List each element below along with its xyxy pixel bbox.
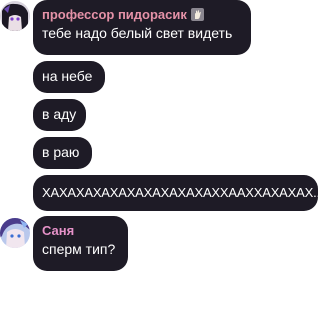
message-bubble[interactable]: Саня сперм тип? bbox=[33, 216, 128, 271]
sender-name[interactable]: профессор пидорасик bbox=[42, 7, 251, 22]
message-bubble[interactable]: в аду bbox=[33, 99, 86, 131]
message-text: в аду bbox=[42, 106, 77, 122]
sender-avatar-professor[interactable] bbox=[0, 1, 30, 31]
message-bubble[interactable]: профессор пидорасик тебе надо белый свет… bbox=[33, 0, 251, 55]
hand-emoji-icon bbox=[190, 8, 204, 21]
sender-name[interactable]: Саня bbox=[42, 223, 128, 238]
message-text: тебе надо белый свет видеть bbox=[42, 25, 233, 41]
message-text: в раю bbox=[42, 144, 80, 160]
sender-avatar-sanya[interactable] bbox=[0, 218, 30, 248]
message-bubble[interactable]: ХАХАХАХАХАХАХАХАХАХАХХААХХАХАХАХ... bbox=[33, 175, 318, 211]
avatar-image bbox=[0, 218, 30, 248]
message-text: ХАХАХАХАХАХАХАХАХАХАХХААХХАХАХАХ... bbox=[42, 185, 318, 200]
message-bubble[interactable]: на небе bbox=[33, 61, 105, 93]
avatar-image bbox=[0, 1, 30, 31]
message-bubble[interactable]: в раю bbox=[33, 137, 92, 169]
chat-thread: профессор пидорасик тебе надо белый свет… bbox=[0, 0, 319, 320]
message-text: на небе bbox=[42, 68, 93, 84]
message-text: сперм тип? bbox=[42, 241, 116, 257]
